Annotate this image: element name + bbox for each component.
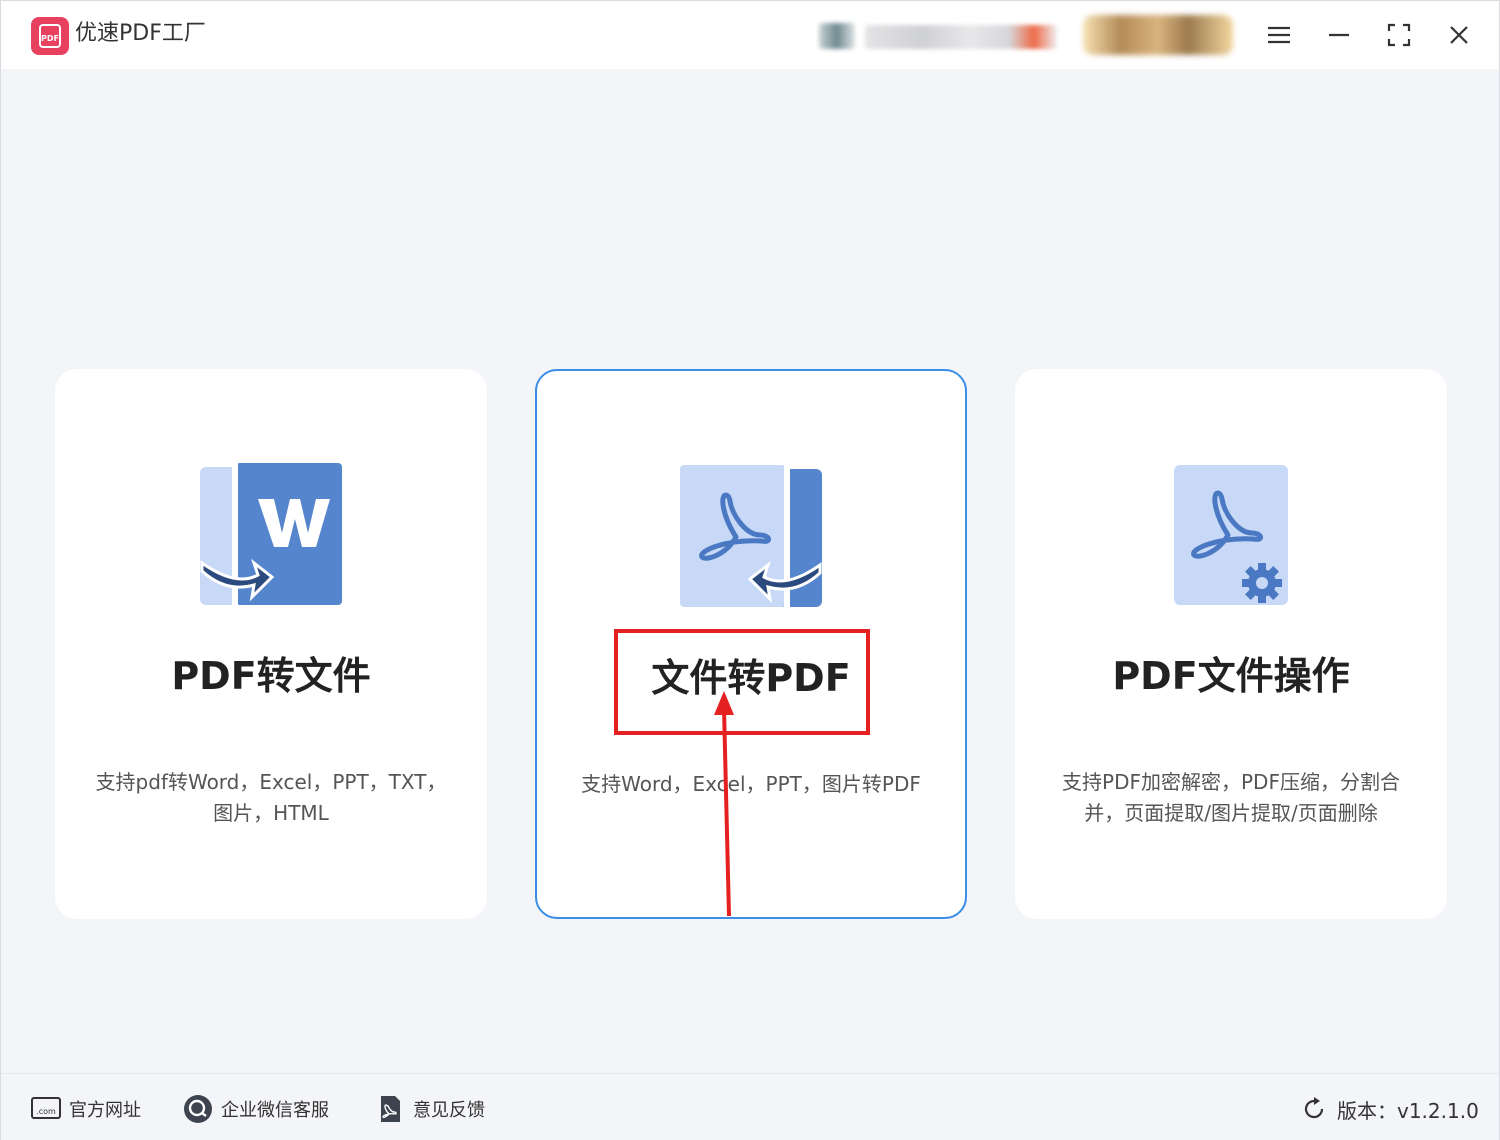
title-bar: PDF 优速PDF工厂 <box>1 1 1499 69</box>
svg-text:PDF: PDF <box>41 34 59 43</box>
hamburger-icon <box>1268 26 1290 44</box>
menu-button[interactable] <box>1259 15 1299 55</box>
card-description-line: 支持pdf转Word，Excel，PPT，TXT， <box>95 770 447 794</box>
card-description-line: 支持PDF加密解密，PDF压缩，分割合 <box>1062 770 1400 794</box>
app-logo-icon: PDF <box>31 17 69 55</box>
feedback-icon <box>375 1094 405 1124</box>
website-link[interactable]: .com 官方网址 <box>31 1094 141 1124</box>
app-title: 优速PDF工厂 <box>75 21 206 46</box>
vip-badge[interactable] <box>1083 15 1233 55</box>
close-icon <box>1450 26 1468 44</box>
card-pdf-operations[interactable]: PDF文件操作 支持PDF加密解密，PDF压缩，分割合 并，页面提取/图片提取/… <box>1015 369 1447 919</box>
card-pdf-to-file[interactable]: PDF转文件 支持pdf转Word，Excel，PPT，TXT， 图片，HTML <box>55 369 487 919</box>
wechat-label: 企业微信客服 <box>221 1100 329 1121</box>
wechat-support-link[interactable]: 企业微信客服 <box>183 1094 329 1124</box>
maximize-button[interactable] <box>1379 15 1419 55</box>
pdf-to-word-icon <box>196 463 346 608</box>
feedback-link[interactable]: 意见反馈 <box>375 1094 485 1124</box>
feedback-label: 意见反馈 <box>413 1100 485 1121</box>
wechat-icon <box>183 1094 213 1124</box>
maximize-icon <box>1387 23 1411 47</box>
close-button[interactable] <box>1439 15 1479 55</box>
minimize-button[interactable] <box>1319 15 1359 55</box>
footer-bar: .com 官方网址 企业微信客服 意见反馈 版本：v1.2.1.0 <box>1 1073 1499 1140</box>
word-to-pdf-icon <box>676 465 826 610</box>
minimize-icon <box>1329 33 1349 37</box>
svg-text:.com: .com <box>36 1107 56 1116</box>
card-title: PDF文件操作 <box>1112 654 1350 698</box>
pdf-settings-icon <box>1156 463 1306 608</box>
card-title: PDF转文件 <box>171 654 371 698</box>
app-window: PDF 优速PDF工厂 PDF转文件 支持pdf转Word，Excel，PPT，… <box>0 0 1500 1140</box>
user-account-info[interactable] <box>865 25 1057 49</box>
website-label: 官方网址 <box>69 1100 141 1121</box>
card-description: 支持PDF加密解密，PDF压缩，分割合 并，页面提取/图片提取/页面删除 <box>1045 767 1417 829</box>
version-label: 版本：v1.2.1.0 <box>1337 1098 1479 1123</box>
website-icon: .com <box>31 1094 61 1124</box>
refresh-icon <box>1299 1094 1329 1124</box>
user-avatar[interactable] <box>819 23 855 49</box>
card-description-line: 图片，HTML <box>213 801 329 825</box>
card-description-line: 并，页面提取/图片提取/页面删除 <box>1084 801 1378 825</box>
card-description: 支持pdf转Word，Excel，PPT，TXT， 图片，HTML <box>85 767 457 829</box>
version-check[interactable]: 版本：v1.2.1.0 <box>1299 1094 1479 1124</box>
annotation-arrow-icon <box>714 691 734 917</box>
